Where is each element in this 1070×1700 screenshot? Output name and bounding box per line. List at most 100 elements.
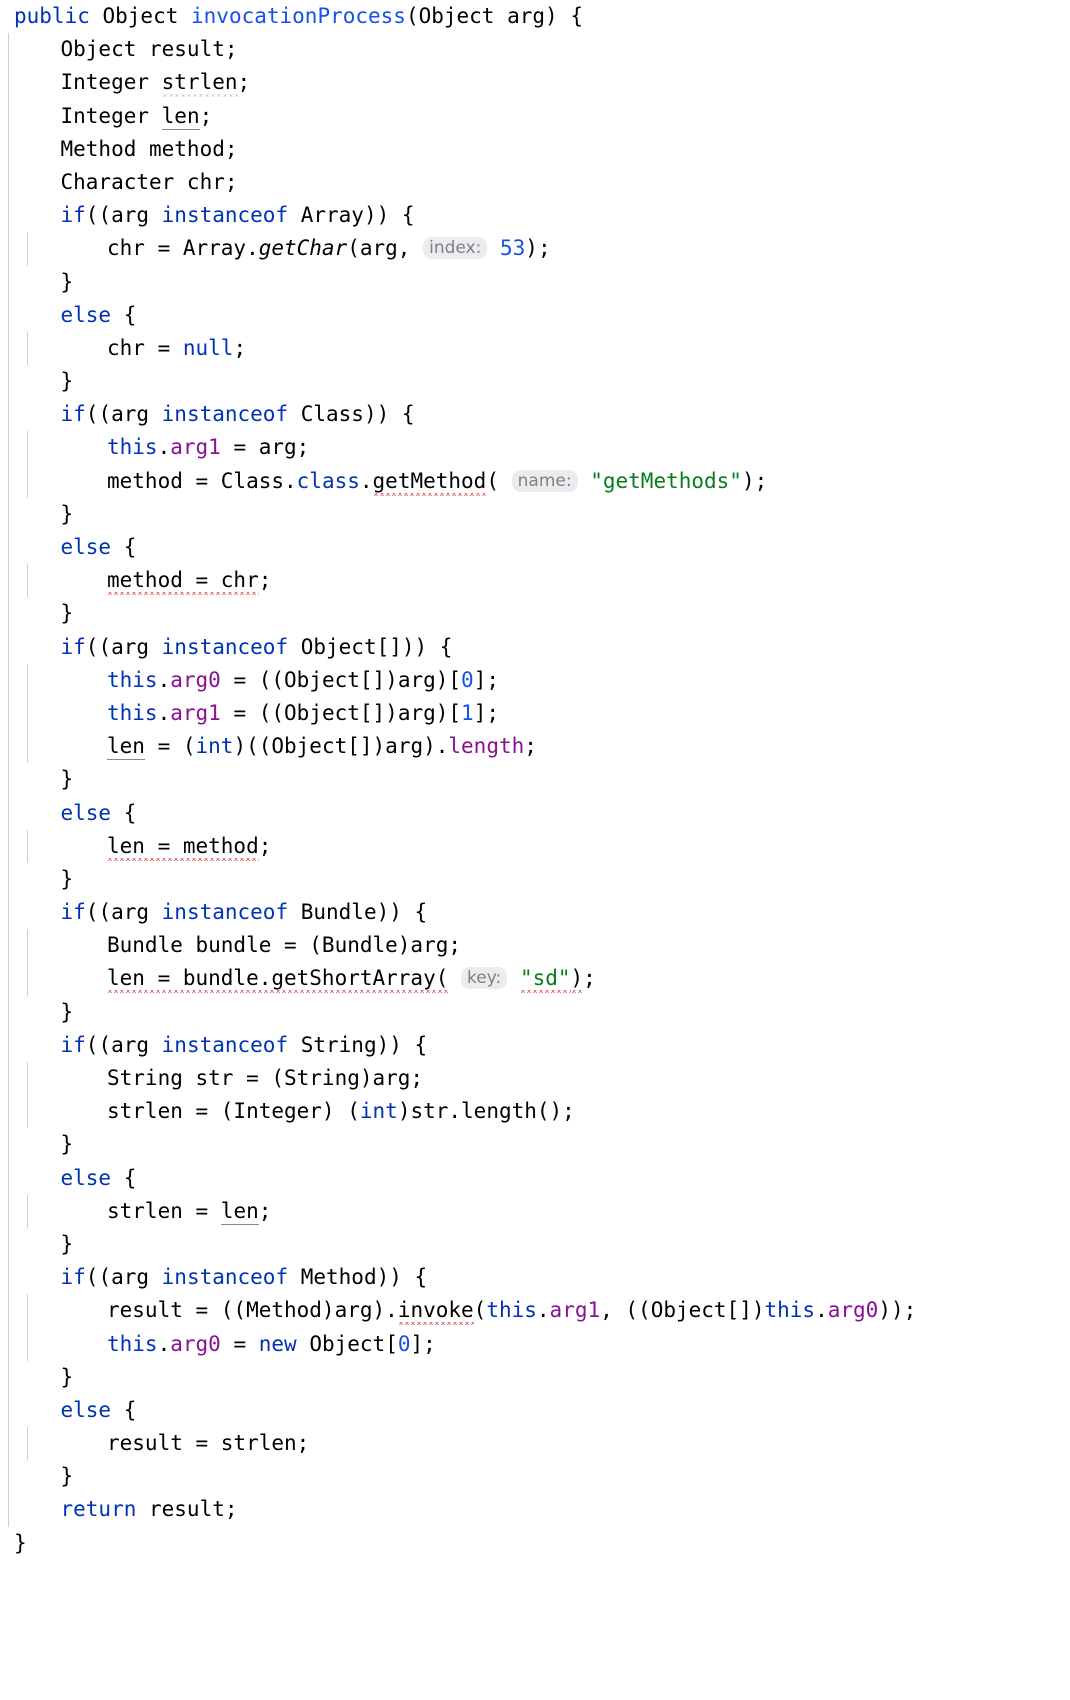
code-line[interactable]: Integer len; [0,99,1070,133]
code-token: arg1 [549,1298,601,1323]
code-line[interactable]: } [0,1128,1070,1162]
indent-guide [8,66,9,100]
code-line[interactable]: else { [0,531,1070,565]
code-line[interactable]: chr = null; [0,331,1070,366]
code-token: arg1 [170,435,221,460]
indent-guide [27,232,28,266]
code-line-text: chr = null; [107,332,246,365]
code-token: )((Object[])arg). [233,734,449,759]
code-line[interactable]: else { [0,1161,1070,1195]
code-line[interactable]: } [0,365,1070,399]
code-line[interactable]: this.arg0 = ((Object[])arg)[0]; [0,663,1070,697]
code-token: } [60,1364,74,1389]
code-line[interactable]: } [0,763,1070,797]
code-line[interactable]: if((arg instanceof Object[])) { [0,630,1070,664]
code-line-text: result = strlen; [107,1427,309,1460]
code-line[interactable]: Method method; [0,132,1070,166]
code-line[interactable]: } [0,862,1070,897]
code-token: ((arg [85,900,162,925]
code-line[interactable]: Object result; [0,33,1070,67]
code-line[interactable]: method = chr; [0,564,1070,598]
code-line[interactable]: else { [0,1393,1070,1428]
indent-guide [8,796,9,830]
code-token: this [107,667,158,692]
code-token: this [486,1298,537,1323]
parameter-hint-chip[interactable]: key: [461,967,508,990]
code-token: } [14,1530,27,1555]
code-token: } [60,601,74,626]
code-token: )str.length(); [397,1099,575,1124]
code-line[interactable]: Integer strlen; [0,66,1070,100]
code-line[interactable]: Bundle bundle = (Bundle)arg; [0,929,1070,963]
code-token: new [258,1331,297,1356]
indent-guide [8,962,9,996]
code-token: . [157,1331,171,1356]
code-line[interactable]: this.arg1 = ((Object[])arg)[1]; [0,696,1070,731]
code-line-text: public Object invocationProcess(Object a… [14,0,583,33]
code-line[interactable]: if((arg instanceof Bundle)) { [0,896,1070,930]
indent-guide [27,663,28,697]
code-line-text: } [61,365,74,398]
code-line[interactable]: String str = (String)arg; [0,1062,1070,1096]
code-token: strlen [161,70,238,97]
indent-guide [8,896,9,930]
code-token: ( [473,1298,487,1323]
code-line[interactable]: len = (int)((Object[])arg).length; [0,730,1070,764]
code-line[interactable]: if((arg instanceof Method)) { [0,1261,1070,1295]
code-line[interactable]: if((arg instanceof Array)) { [0,199,1070,233]
code-line[interactable]: } [0,1360,1070,1394]
code-line-text: this.arg1 = arg; [107,431,309,464]
code-line[interactable]: this.arg0 = new Object[0]; [0,1327,1070,1361]
code-line[interactable]: } [0,1460,1070,1494]
code-line[interactable]: } [0,497,1070,531]
code-editor-pane[interactable]: public Object invocationProcess(Object a… [0,0,1070,1700]
code-line[interactable]: } [0,1527,1070,1560]
code-token: ; [258,568,272,593]
parameter-hint-chip[interactable]: index: [423,237,488,260]
code-line-text: } [61,1228,74,1261]
code-line[interactable]: } [0,265,1070,299]
code-line-text: Object result; [61,33,238,66]
code-line[interactable]: else { [0,298,1070,332]
indent-guide [8,1227,9,1262]
indent-guide [8,1028,9,1062]
code-line[interactable]: strlen = (Integer) (int)str.length(); [0,1095,1070,1129]
code-line[interactable]: this.arg1 = arg; [0,431,1070,465]
code-line[interactable]: return result; [0,1493,1070,1527]
code-line-text: this.arg0 = new Object[0]; [107,1328,436,1361]
code-line[interactable]: if((arg instanceof Class)) { [0,398,1070,432]
code-token: null [182,335,234,360]
indent-guide [8,99,9,133]
code-line[interactable]: public Object invocationProcess(Object a… [0,0,1070,33]
code-line[interactable]: } [0,995,1070,1029]
code-line-text: if((arg instanceof Class)) { [61,398,415,431]
code-line[interactable]: method = Class.class.getMethod( name: "g… [0,464,1070,498]
code-line[interactable]: len = bundle.getShortArray( key: "sd"); [0,962,1070,996]
code-line[interactable]: else { [0,796,1070,830]
code-line[interactable]: } [0,597,1070,631]
code-token: { [111,1165,137,1190]
code-line[interactable]: Character chr; [0,165,1070,200]
code-line[interactable]: result = ((Method)arg).invoke(this.arg1,… [0,1294,1070,1328]
code-token: = ((Object[])arg)[ [220,700,462,725]
code-token: if [60,900,86,925]
code-token: = [220,1331,259,1356]
code-token: ; [233,335,247,360]
code-line-text: result = ((Method)arg).invoke(this.arg1,… [107,1294,916,1327]
code-line[interactable]: } [0,1227,1070,1262]
code-line[interactable]: strlen = len; [0,1194,1070,1228]
code-token: (arg, [347,236,424,261]
code-token: strlen = (Integer) ( [107,1099,360,1124]
code-line[interactable]: if((arg instanceof String)) { [0,1028,1070,1062]
code-token: method = chr [107,568,259,595]
indent-guide [8,1194,9,1228]
code-line[interactable]: result = strlen; [0,1427,1070,1461]
parameter-hint-chip[interactable]: name: [511,469,578,492]
code-token: } [60,1132,74,1157]
code-token: { [111,800,137,825]
code-token: ]; [473,700,499,725]
indent-guide [8,497,9,531]
code-line[interactable]: chr = Array.getChar(arg, index: 53); [0,232,1070,266]
code-line[interactable]: len = method; [0,829,1070,863]
